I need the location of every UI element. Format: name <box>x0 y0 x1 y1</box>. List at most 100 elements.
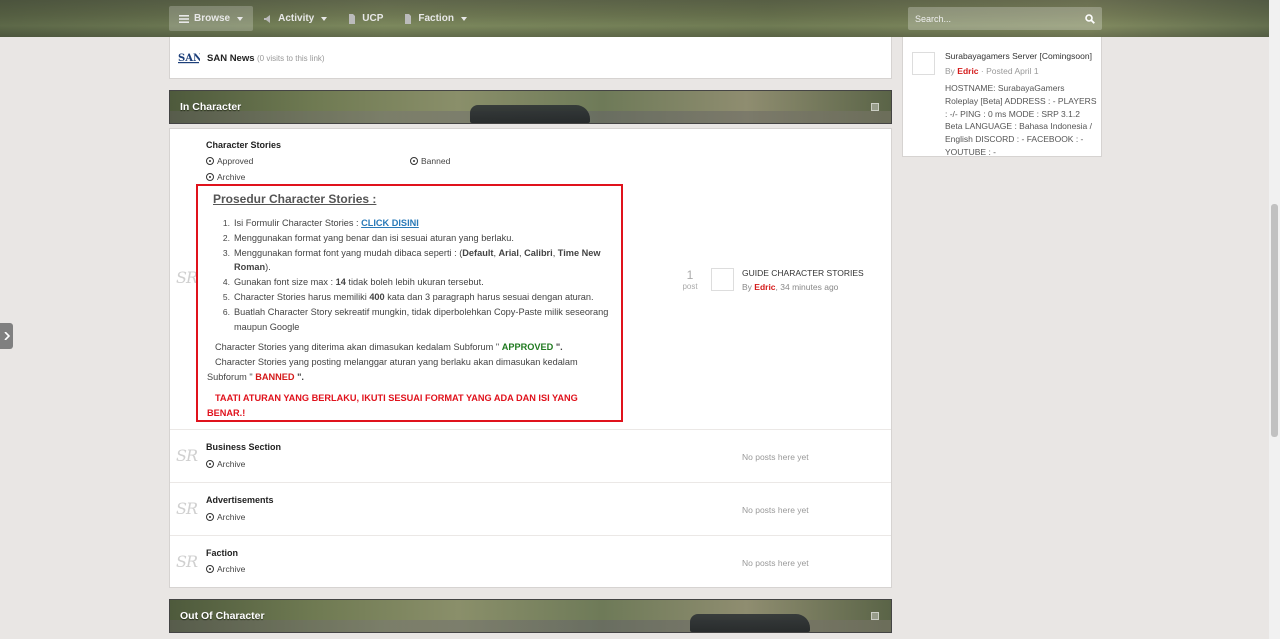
font-size-value: 14 <box>335 277 346 288</box>
list-item: 6. Buatlah Character Story sekreatif mun… <box>218 305 618 335</box>
category-title[interactable]: In Character <box>180 101 241 113</box>
avatar[interactable] <box>912 52 935 75</box>
category-header-in-character: In Character <box>169 90 892 124</box>
nav-browse-label: Browse <box>194 13 231 24</box>
nav-browse[interactable]: Browse <box>169 6 254 31</box>
nav-faction-label: Faction <box>418 13 454 24</box>
font-name: Default <box>462 247 494 258</box>
collapse-icon[interactable] <box>871 103 879 111</box>
sidebar-toggle-button[interactable] <box>0 323 13 349</box>
list-text: Menggunakan format yang benar dan isi se… <box>234 232 514 243</box>
san-news-link[interactable]: SAN News <box>207 53 255 64</box>
subforum-archive[interactable]: Archive <box>206 172 245 182</box>
circle-arrow-icon <box>206 513 214 521</box>
megaphone-icon <box>264 14 271 23</box>
font-name: Calibri <box>524 247 553 258</box>
procedure-list: 1. Isi Formulir Character Stories : CLIC… <box>218 216 618 334</box>
nav-ucp[interactable]: UCP <box>337 6 393 31</box>
subforum-archive[interactable]: Archive <box>206 512 245 522</box>
list-number: 4. <box>222 277 230 288</box>
forum-icon: SR <box>176 446 198 465</box>
search-input[interactable] <box>908 7 1078 30</box>
list-item: 2. Menggunakan format yang benar dan isi… <box>218 231 618 246</box>
list-number: 5. <box>222 291 230 302</box>
post-count-number: 1 <box>686 268 694 282</box>
list-item: 3. Menggunakan format font yang mudah di… <box>218 246 618 276</box>
font-name: Arial <box>498 247 519 258</box>
forum-icon: SR <box>176 499 198 518</box>
search-button[interactable] <box>1078 7 1102 30</box>
approved-word: APPROVED <box>501 342 554 352</box>
san-news-visits: (0 visits to this link) <box>257 54 325 63</box>
note-text: ". <box>294 371 304 382</box>
procedure-box: Prosedur Character Stories : 1. Isi Form… <box>196 184 623 422</box>
no-posts-text: No posts here yet <box>742 505 809 515</box>
last-post-meta: By Edric, 34 minutes ago <box>742 282 838 292</box>
list-text: Isi Formulir Character Stories : CLICK D… <box>234 216 419 231</box>
list-text-part: kata dan 3 paragraph harus sesuai dengan… <box>384 291 594 302</box>
collapse-icon[interactable] <box>871 612 879 620</box>
forum-row-business-section: SR Business Section Archive No posts her… <box>170 431 891 483</box>
list-text: Buatlah Character Story sekreatif mungki… <box>234 306 609 332</box>
subforum-label: Archive <box>217 512 246 522</box>
scrollbar-thumb[interactable] <box>1271 204 1278 437</box>
last-post-title[interactable]: GUIDE CHARACTER STORIES <box>742 268 864 278</box>
nav-faction[interactable]: Faction <box>393 6 477 31</box>
subforum-label: Archive <box>217 564 246 574</box>
forum-icon: SR <box>176 268 198 287</box>
subforum-archive[interactable]: Archive <box>206 564 245 574</box>
forum-name-business-section[interactable]: Business Section <box>206 442 281 452</box>
san-news-panel: SAN SAN News (0 visits to this link) <box>169 37 892 79</box>
list-text-part: Menggunakan format font yang mudah dibac… <box>234 247 463 258</box>
circle-arrow-icon <box>206 460 214 468</box>
chevron-right-icon <box>3 332 10 340</box>
sidebar-author[interactable]: Edric <box>957 66 978 76</box>
sidebar-topic-body: HOSTNAME: SurabayaGamers Roleplay [Beta]… <box>945 83 1097 157</box>
by-label: By <box>742 282 755 292</box>
nav-ucp-label: UCP <box>362 13 384 24</box>
last-post-time: , 34 minutes ago <box>775 282 839 292</box>
circle-arrow-icon <box>410 157 418 165</box>
by-label: By <box>945 66 958 76</box>
circle-arrow-icon <box>206 173 214 181</box>
list-number: 6. <box>222 306 230 317</box>
list-item: 1. Isi Formulir Character Stories : CLIC… <box>218 216 618 231</box>
main-nav: Browse Activity UCP Faction <box>169 6 477 31</box>
list-number: 1. <box>222 218 230 228</box>
chevron-down-icon <box>237 16 244 21</box>
list-text-part: Character Stories harus memiliki <box>234 291 370 302</box>
click-here-link[interactable]: CLICK DISINI <box>361 218 419 228</box>
san-news-logo: SAN <box>178 51 202 65</box>
circle-arrow-icon <box>206 157 214 165</box>
sidebar-topic-title[interactable]: Surabayagamers Server [Comingsoon] <box>945 51 1092 61</box>
forum-name-faction[interactable]: Faction <box>206 548 238 558</box>
subforum-approved[interactable]: Approved <box>206 156 253 166</box>
nav-activity[interactable]: Activity <box>253 6 337 31</box>
search-icon <box>1085 13 1095 24</box>
top-navigation-bar: Browse Activity UCP Faction <box>0 0 1280 37</box>
document-icon <box>405 13 412 24</box>
list-text: Gunakan font size max : 14 tidak boleh l… <box>234 275 484 290</box>
category-title[interactable]: Out Of Character <box>180 610 265 622</box>
avatar[interactable] <box>711 268 734 291</box>
nav-activity-label: Activity <box>278 13 315 24</box>
list-text-part: Isi Formulir Character Stories : <box>234 218 362 228</box>
scrollbar[interactable] <box>1269 0 1280 639</box>
banned-word: BANNED <box>255 371 295 382</box>
warning-text: TAATI ATURAN YANG BERLAKU, IKUTI SESUAI … <box>207 393 578 418</box>
forum-name-character-stories[interactable]: Character Stories <box>206 140 281 150</box>
header-banner <box>470 105 590 123</box>
subforum-banned[interactable]: Banned <box>410 156 450 166</box>
list-text-part: Gunakan font size max : <box>234 277 336 288</box>
list-text-part: ). <box>265 262 271 273</box>
subforum-archive[interactable]: Archive <box>206 459 245 469</box>
subforum-label: Banned <box>421 156 451 166</box>
subforum-label: Archive <box>217 459 246 469</box>
list-text: Character Stories harus memiliki 400 kat… <box>234 290 594 305</box>
list-item: 5. Character Stories harus memiliki 400 … <box>218 290 618 305</box>
last-post-author[interactable]: Edric <box>754 282 775 292</box>
list-number: 2. <box>222 232 230 243</box>
sidebar-topic-meta: By Edric · Posted April 1 <box>945 66 1039 76</box>
forum-name-advertisements[interactable]: Advertisements <box>206 495 274 505</box>
subforum-label: Approved <box>217 156 254 166</box>
